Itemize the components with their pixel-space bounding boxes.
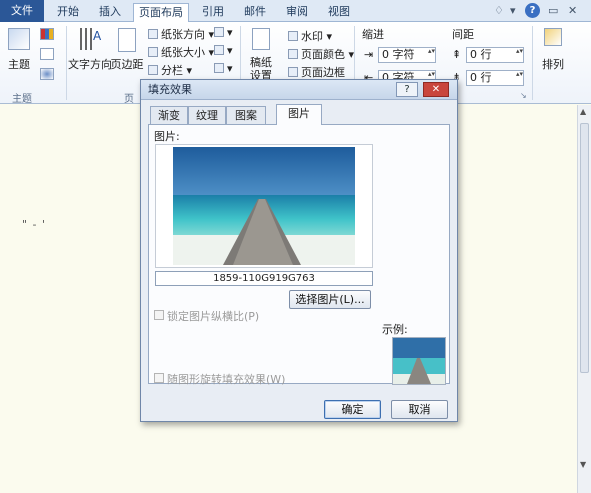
manuscript-icon [252, 28, 270, 50]
theme-effects-icon[interactable] [40, 68, 54, 80]
tab-pattern[interactable]: 图案 [226, 106, 266, 124]
page-color-icon [288, 49, 298, 59]
page-borders-icon [288, 67, 298, 77]
collapse-ribbon-icon[interactable]: ▾ [510, 4, 516, 17]
manuscript-label-1: 稿纸 [250, 56, 272, 69]
select-picture-button[interactable]: 选择图片(L)... [289, 290, 371, 309]
rotate-with-shape-label: 随图形旋转填充效果(W) [167, 373, 286, 386]
hyphenation-icon [214, 63, 224, 73]
scrollbar-thumb[interactable] [580, 123, 589, 373]
lock-aspect-checkbox [154, 310, 164, 320]
size-label: 纸张大小 [161, 46, 205, 59]
paragraph-dialog-launcher-icon[interactable]: ↘ [520, 91, 527, 100]
orientation-label: 纸张方向 [161, 28, 205, 41]
restore-icon[interactable]: ▭ [548, 4, 558, 17]
hyphenation-button[interactable]: ▾ [214, 62, 233, 75]
watermark-label: 水印 [301, 30, 323, 43]
group-separator [532, 26, 533, 100]
text-direction-button[interactable]: 文字方向 [68, 56, 112, 72]
orientation-button[interactable]: 纸张方向 ▾ [148, 26, 214, 42]
indent-left-icon: ⇥ [364, 48, 374, 61]
tab-mailings[interactable]: 邮件 [237, 3, 273, 22]
page-borders-label: 页面边框 [301, 66, 345, 79]
picture-panel: 图片: 1859-110G919G763 选择图片(L)... 锁定图片纵横比(… [148, 124, 450, 386]
size-icon [148, 47, 158, 57]
spacing-label: 间距 [452, 28, 474, 41]
ribbon-options-icon[interactable]: ♢ [494, 4, 504, 17]
columns-label: 分栏 [161, 64, 183, 77]
pier-photo [173, 147, 355, 265]
picture-file-name: 1859-110G919G763 [155, 271, 373, 286]
size-button[interactable]: 纸张大小 ▾ [148, 44, 214, 60]
rotate-with-shape-checkbox [154, 373, 164, 383]
indent-left-input[interactable]: 0 字符 [378, 47, 436, 63]
sample-label: 示例: [382, 323, 408, 336]
margins-button[interactable]: 页边距 [110, 56, 144, 72]
page-color-button[interactable]: 页面颜色 ▾ [288, 46, 354, 62]
arrange-icon [544, 28, 562, 46]
group-separator [66, 26, 67, 100]
theme-button[interactable]: 主题 [2, 56, 36, 72]
page-borders-button[interactable]: 页面边框 [288, 64, 345, 80]
tab-review[interactable]: 审阅 [279, 3, 315, 22]
theme-group-label: 主题 [12, 94, 32, 105]
vertical-scrollbar[interactable]: ▲ ▼ [577, 105, 591, 493]
tab-view[interactable]: 视图 [321, 3, 357, 22]
columns-button[interactable]: 分栏 ▾ [148, 62, 192, 78]
help-icon[interactable]: ? [525, 3, 540, 18]
tab-page-layout[interactable]: 页面布局 [133, 3, 189, 23]
margins-icon [118, 28, 136, 52]
watermark-button[interactable]: 水印 ▾ [288, 28, 332, 44]
theme-fonts-icon[interactable] [40, 48, 54, 60]
tab-insert[interactable]: 插入 [92, 3, 128, 22]
ribbon-tab-bar: 文件 开始 插入 页面布局 引用 邮件 审阅 视图 ♢ ▾ ? ▭ ✕ [0, 0, 591, 23]
spacing-before-input[interactable]: 0 行 [466, 47, 524, 63]
orientation-icon [148, 29, 158, 39]
line-numbers-icon [214, 45, 224, 55]
arrange-button[interactable]: 排列 [536, 56, 570, 72]
tab-references[interactable]: 引用 [195, 3, 231, 22]
sample-pier-photo [393, 338, 445, 384]
tab-picture[interactable]: 图片 [276, 104, 322, 125]
watermark-icon [288, 31, 298, 41]
document-text: " - ' [22, 218, 47, 231]
scroll-up-icon[interactable]: ▲ [580, 107, 586, 116]
ok-button[interactable]: 确定 [324, 400, 381, 419]
fill-effects-dialog: 填充效果 ? ✕ 渐变 纹理 图案 图片 图片: 1859-110G919G76… [140, 79, 458, 422]
theme-icon [8, 28, 30, 50]
tab-gradient[interactable]: 渐变 [150, 106, 188, 124]
picture-label: 图片: [154, 130, 180, 143]
breaks-button[interactable]: ▾ [214, 26, 233, 39]
spacing-before-icon: ⇞ [452, 48, 462, 61]
dialog-help-button[interactable]: ? [396, 82, 418, 97]
tab-texture[interactable]: 纹理 [188, 106, 226, 124]
svg-text:A: A [93, 29, 102, 43]
sample-preview [392, 337, 446, 385]
indent-label: 缩进 [362, 28, 384, 41]
columns-icon [148, 65, 158, 75]
text-direction-icon: A [80, 28, 102, 50]
cancel-button[interactable]: 取消 [391, 400, 448, 419]
scroll-down-icon[interactable]: ▼ [580, 460, 586, 469]
line-numbers-button[interactable]: ▾ [214, 44, 233, 57]
tab-file[interactable]: 文件 [0, 0, 44, 22]
spacing-after-input[interactable]: 0 行 [466, 70, 524, 86]
theme-colors-icon[interactable] [40, 28, 54, 40]
picture-preview [155, 144, 373, 268]
breaks-icon [214, 27, 224, 37]
dialog-close-button[interactable]: ✕ [423, 82, 449, 97]
close-window-icon[interactable]: ✕ [568, 4, 577, 17]
lock-aspect-label: 锁定图片纵横比(P) [167, 310, 260, 323]
page-setup-group-label: 页 [124, 94, 134, 105]
page-color-label: 页面颜色 [301, 48, 345, 61]
tab-home[interactable]: 开始 [50, 3, 86, 22]
